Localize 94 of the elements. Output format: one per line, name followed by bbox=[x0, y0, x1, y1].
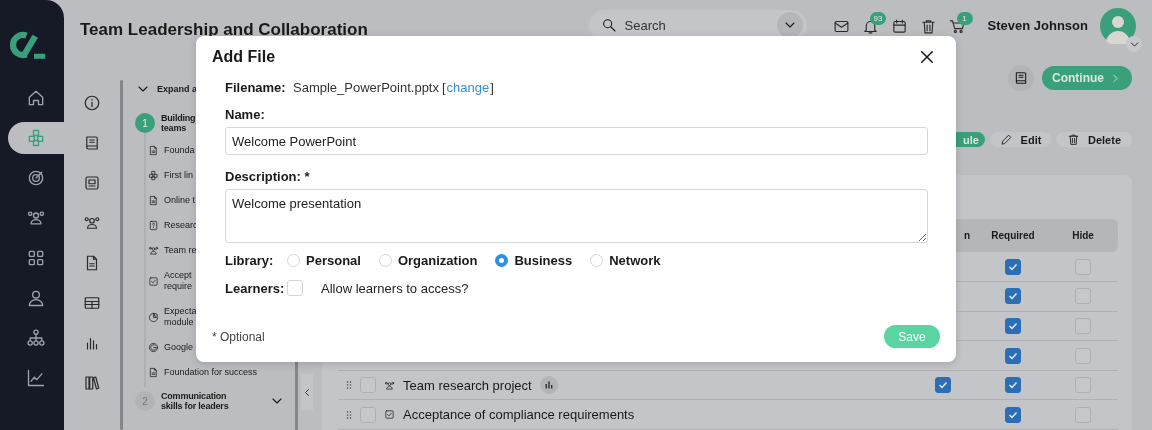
document-icon bbox=[148, 367, 159, 378]
lesson-item[interactable]: Online t bbox=[164, 195, 196, 206]
name-input[interactable]: Welcome PowerPoint bbox=[225, 127, 928, 155]
lesson-item[interactable]: Founda bbox=[164, 145, 195, 156]
checkbox[interactable] bbox=[1005, 406, 1021, 423]
radio-option[interactable]: Personal bbox=[287, 253, 361, 268]
line-chart-icon bbox=[26, 368, 46, 388]
checkbox[interactable] bbox=[1075, 288, 1091, 305]
change-link[interactable]: change bbox=[446, 80, 490, 95]
book-button[interactable] bbox=[1008, 65, 1034, 91]
user-name: Steven Johnson bbox=[987, 17, 1088, 33]
search-icon bbox=[600, 17, 617, 33]
step-title[interactable]: Building teams bbox=[161, 113, 196, 133]
table-cell: Acceptance of compliance requirements bbox=[403, 407, 635, 423]
table-cell: Team research project bbox=[403, 377, 532, 393]
lesson-item[interactable]: Accept require bbox=[164, 270, 192, 292]
circle-icon bbox=[148, 342, 159, 353]
bar-chart-icon[interactable] bbox=[539, 376, 558, 395]
people-icon bbox=[384, 379, 395, 391]
drag-handle-icon[interactable] bbox=[346, 409, 352, 420]
row-checkbox[interactable] bbox=[360, 377, 376, 394]
cubes-icon bbox=[26, 128, 46, 148]
book-icon[interactable] bbox=[83, 134, 101, 152]
notification-badge: 93 bbox=[869, 11, 887, 25]
grid-icon bbox=[26, 248, 46, 268]
trash-icon bbox=[1067, 133, 1080, 147]
checkbox[interactable] bbox=[1005, 258, 1021, 275]
delete-button[interactable]: Delete bbox=[1056, 132, 1132, 148]
checkbox[interactable] bbox=[1005, 347, 1021, 364]
footnote: * Optional bbox=[212, 329, 265, 344]
question-icon bbox=[148, 220, 159, 231]
bracket-text: [ bbox=[442, 80, 446, 95]
document-icon bbox=[148, 145, 159, 156]
cart-badge: 1 bbox=[956, 11, 973, 25]
lesson-item[interactable]: Team re bbox=[164, 245, 197, 256]
pencil-icon bbox=[999, 133, 1013, 147]
checkbox-label: Allow learners to access? bbox=[321, 280, 469, 296]
drag-handle-icon[interactable] bbox=[346, 380, 352, 391]
checkbox[interactable] bbox=[1075, 317, 1091, 334]
step-title[interactable]: Communication skills for leaders bbox=[161, 391, 229, 411]
row-checkbox[interactable] bbox=[360, 406, 376, 423]
account-menu-button[interactable] bbox=[1126, 36, 1142, 52]
step-number: 2 bbox=[135, 391, 155, 411]
table-icon[interactable] bbox=[83, 294, 101, 312]
newspaper-icon[interactable] bbox=[83, 174, 101, 192]
books-icon[interactable] bbox=[83, 374, 101, 392]
checkbox[interactable] bbox=[1075, 377, 1091, 394]
step-number: 1 bbox=[135, 113, 155, 133]
radio-option[interactable]: Network bbox=[590, 253, 661, 268]
checkbox[interactable] bbox=[935, 377, 951, 394]
close-icon[interactable] bbox=[918, 48, 936, 66]
people-icon bbox=[148, 245, 159, 256]
checkbox[interactable] bbox=[1075, 406, 1091, 423]
filename-text: Sample_PowerPoint.pptx bbox=[293, 80, 439, 95]
nav-item[interactable] bbox=[8, 122, 64, 154]
home-icon bbox=[26, 88, 46, 108]
column-header: Required bbox=[990, 230, 1036, 242]
document-icon bbox=[148, 195, 159, 206]
field-label: Filename: bbox=[225, 80, 287, 95]
field-label: Description: * bbox=[225, 169, 311, 184]
pie-chart-icon bbox=[148, 311, 159, 323]
field-label: Name: bbox=[225, 107, 266, 122]
cart-icon[interactable] bbox=[948, 17, 966, 35]
lesson-item[interactable]: First lin bbox=[164, 170, 193, 181]
column-header: n bbox=[962, 230, 971, 242]
description-input[interactable]: Welcome presentation bbox=[225, 189, 928, 243]
page-title: Team Leadership and Collaboration bbox=[80, 19, 368, 40]
info-icon[interactable] bbox=[83, 94, 101, 112]
book-icon bbox=[1013, 70, 1029, 86]
radio-option[interactable]: Organization bbox=[378, 253, 478, 268]
radio-option[interactable]: Business bbox=[495, 253, 573, 268]
hierarchy-icon bbox=[26, 328, 46, 348]
cubes-icon bbox=[148, 170, 159, 181]
checkbox[interactable] bbox=[1075, 347, 1091, 364]
lesson-item[interactable]: Google bbox=[164, 342, 194, 353]
checkbox-icon bbox=[148, 275, 159, 287]
trash-icon[interactable] bbox=[919, 17, 937, 35]
lesson-item[interactable]: Researc bbox=[164, 220, 198, 231]
target-icon bbox=[26, 168, 46, 188]
calendar-icon[interactable] bbox=[890, 17, 908, 35]
bracket-text: ] bbox=[490, 80, 494, 95]
column-header: Hide bbox=[1071, 230, 1095, 242]
user-icon bbox=[26, 288, 46, 308]
checkbox[interactable] bbox=[1005, 377, 1021, 394]
field-label: Library: bbox=[225, 253, 275, 268]
dialog-title: Add File bbox=[212, 48, 276, 66]
checkbox[interactable] bbox=[1005, 288, 1021, 305]
lesson-item[interactable]: Foundation for success bbox=[164, 367, 258, 378]
edit-button[interactable]: Edit bbox=[990, 132, 1051, 148]
people-icon[interactable] bbox=[83, 214, 101, 232]
lesson-item[interactable]: Expecta module bbox=[164, 306, 197, 328]
checkbox[interactable] bbox=[1075, 258, 1091, 275]
checkbox[interactable] bbox=[1005, 317, 1021, 334]
checkbox-icon bbox=[384, 409, 395, 421]
